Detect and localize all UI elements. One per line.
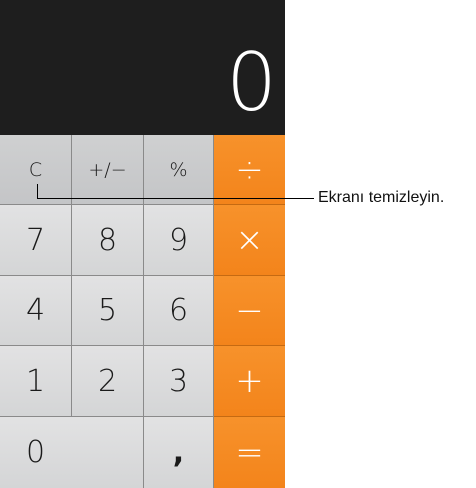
- plus-button[interactable]: +: [214, 346, 285, 417]
- divide-button[interactable]: ÷: [214, 135, 285, 205]
- callout-leader-vertical: [37, 184, 38, 199]
- digit-9-button[interactable]: 9: [144, 205, 214, 276]
- display-value: 0: [226, 36, 277, 129]
- multiply-button[interactable]: ×: [214, 205, 285, 276]
- callout-label: Ekranı temizleyin.: [318, 189, 445, 206]
- display-panel: 0: [0, 0, 285, 135]
- digit-6-button[interactable]: 6: [144, 276, 214, 346]
- digit-4-button[interactable]: 4: [0, 276, 72, 346]
- clear-button[interactable]: C: [0, 135, 72, 205]
- callout-leader-horizontal: [37, 198, 314, 199]
- digit-2-button[interactable]: 2: [72, 346, 144, 417]
- percent-button[interactable]: %: [144, 135, 214, 205]
- decimal-button[interactable]: ,: [144, 417, 214, 488]
- keypad: C +/− % ÷ 7 8 9 × 4 5 6 − 1 2 3 + 0 , =: [0, 135, 285, 488]
- digit-8-button[interactable]: 8: [72, 205, 144, 276]
- digit-7-button[interactable]: 7: [0, 205, 72, 276]
- digit-5-button[interactable]: 5: [72, 276, 144, 346]
- digit-3-button[interactable]: 3: [144, 346, 214, 417]
- calculator-app: 0 C +/− % ÷ 7 8 9 × 4 5 6 − 1 2 3 + 0 ,: [0, 0, 285, 488]
- calculator-illustration: 0 C +/− % ÷ 7 8 9 × 4 5 6 − 1 2 3 + 0 ,: [0, 0, 476, 488]
- sign-toggle-button[interactable]: +/−: [72, 135, 144, 205]
- digit-1-button[interactable]: 1: [0, 346, 72, 417]
- digit-0-button[interactable]: 0: [0, 417, 144, 488]
- equals-button[interactable]: =: [214, 417, 285, 488]
- minus-button[interactable]: −: [214, 276, 285, 346]
